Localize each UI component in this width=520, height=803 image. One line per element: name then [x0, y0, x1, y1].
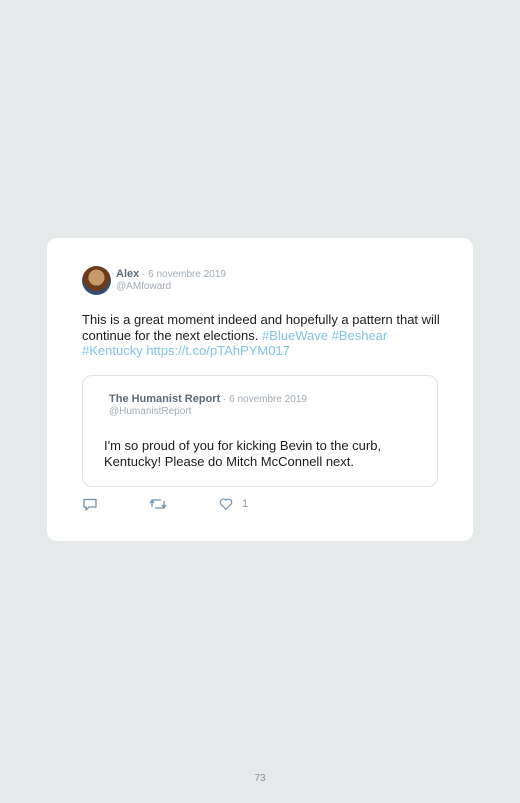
- heart-icon: [219, 498, 233, 510]
- tweet-card: Alex · 6 novembre 2019 @AMfoward This is…: [47, 238, 473, 541]
- author-handle[interactable]: @AMfoward: [116, 281, 171, 292]
- author-name[interactable]: Alex: [116, 268, 139, 280]
- quoted-tweet-text: I'm so proud of you for kicking Bevin to…: [104, 438, 382, 469]
- hashtag-kentucky[interactable]: #Kentucky: [82, 343, 143, 358]
- quoted-author-handle[interactable]: @HumanistReport: [109, 406, 191, 417]
- retweet-icon: [149, 499, 167, 509]
- quoted-header-separator: ·: [220, 394, 230, 405]
- reply-button[interactable]: [82, 496, 98, 512]
- quoted-tweet-header: The Humanist Report · 6 novembre 2019: [109, 393, 307, 405]
- quoted-author-name[interactable]: The Humanist Report: [109, 393, 220, 405]
- page-number: 73: [254, 773, 266, 784]
- reply-icon: [83, 498, 97, 511]
- avatar[interactable]: [82, 266, 111, 295]
- hashtag-beshear[interactable]: #Beshear: [332, 328, 388, 343]
- quoted-tweet[interactable]: The Humanist Report · 6 novembre 2019 @H…: [82, 375, 438, 487]
- like-button[interactable]: 1: [219, 496, 248, 512]
- quoted-tweet-date[interactable]: 6 novembre 2019: [229, 394, 307, 405]
- tweet-text: This is a great moment indeed and hopefu…: [82, 312, 442, 359]
- tweet-header: Alex · 6 novembre 2019: [116, 268, 226, 280]
- retweet-button[interactable]: [149, 496, 167, 512]
- tweet-link[interactable]: https://t.co/pTAhPYM017: [146, 343, 290, 358]
- hashtag-bluewave[interactable]: #BlueWave: [262, 328, 328, 343]
- like-count: 1: [242, 498, 249, 510]
- header-separator: ·: [139, 269, 149, 280]
- tweet-date[interactable]: 6 novembre 2019: [148, 269, 226, 280]
